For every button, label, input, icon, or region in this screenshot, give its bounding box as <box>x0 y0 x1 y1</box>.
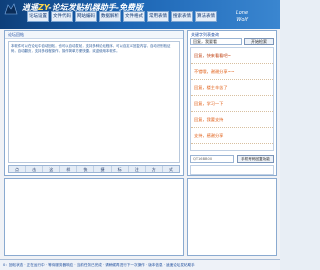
result-item[interactable]: 回复，快来看看吧~ <box>191 48 273 64</box>
reply-text-area[interactable]: 本软件可以在论坛中自动回帖，也可以自动发帖，支持多种论坛程序，可以自定义回复内容… <box>8 41 180 163</box>
phone-reply-button[interactable]: 手机号码回复功能 <box>237 155 274 163</box>
banner: 逍遥ZY-论坛发贴机器助手-免费版 论坛设置 文件代码 网站编码 数据解析 文件… <box>0 0 280 29</box>
keyword-search-row: 回复，我要看 开始检索 <box>190 38 274 45</box>
keyword-footer-box <box>190 165 274 175</box>
reply-panel: 论坛回帖 本软件可以在论坛中自动回帖，也可以自动发帖，支持多种论坛程序，可以自定… <box>4 30 184 176</box>
keyword-result-list: 回复，快来看看吧~ 不错哦，谢谢分享~~ 回复，楼主辛苦了 回复，学习一下 回复… <box>190 47 274 151</box>
nav-file-format[interactable]: 文件格式 <box>123 11 145 22</box>
keyword-panel: 关键字列表查询 回复，我要看 开始检索 回复，快来看看吧~ 不错哦，谢谢分享~~… <box>187 30 277 176</box>
quick-insert-item[interactable]: 标 <box>112 166 129 172</box>
keyword-search-button[interactable]: 开始检索 <box>244 38 274 45</box>
main-nav: 论坛设置 文件代码 网站编码 数据解析 文件格式 常用表情 搜索表情 算法表情 <box>27 11 217 22</box>
result-item[interactable]: 支持，感谢分享 <box>191 128 273 144</box>
nav-algo-emoji[interactable]: 算法表情 <box>195 11 217 22</box>
quick-insert-item[interactable]: 击 <box>26 166 44 172</box>
nav-file-code[interactable]: 文件代码 <box>51 11 73 22</box>
nav-data-parse[interactable]: 数据解析 <box>99 11 121 22</box>
lone-wolf-badge: Lone Wolf <box>235 10 249 23</box>
quick-insert-item[interactable]: 方 <box>146 166 163 172</box>
quick-insert-item[interactable]: 注 <box>129 166 146 172</box>
phone-reply-row: QT16BB00 手机号码回复功能 <box>190 155 274 163</box>
log-area[interactable] <box>4 178 184 256</box>
result-item[interactable]: 回复，学习一下 <box>191 96 273 112</box>
nav-search-emoji[interactable]: 搜索表情 <box>171 11 193 22</box>
wolf-logo-icon <box>4 3 18 15</box>
result-item[interactable]: 回复，楼主辛苦了 <box>191 80 273 96</box>
app-window: 逍遥ZY-论坛发贴机器助手-免费版 论坛设置 文件代码 网站编码 数据解析 文件… <box>0 0 280 270</box>
nav-common-emoji[interactable]: 常用表情 <box>147 11 169 22</box>
quick-insert-item[interactable]: 式 <box>163 166 179 172</box>
nav-forum-settings[interactable]: 论坛设置 <box>27 11 49 22</box>
nav-site-encoding[interactable]: 网站编码 <box>75 11 97 22</box>
result-item[interactable]: 回复，我要支持 <box>191 112 273 128</box>
quick-insert-item[interactable]: 这 <box>43 166 61 172</box>
quick-insert-item[interactable]: 点 <box>9 166 27 172</box>
result-item[interactable]: 不错哦，谢谢分享~~ <box>191 64 273 80</box>
keyword-search-input[interactable]: 回复，我要看 <box>190 38 242 45</box>
quick-insert-bar: 点 击 这 样 快 捷 标 注 方 式 <box>8 165 180 173</box>
keyword-panel-title: 关键字列表查询 <box>191 32 219 37</box>
side-log-area[interactable] <box>187 178 277 256</box>
id-input[interactable]: QT16BB00 <box>190 155 234 163</box>
quick-insert-item[interactable]: 样 <box>60 166 78 172</box>
status-bar: 0：回帖状态 · 正在运行中 · 等待服务器响应 · 当前任务已完成 · 请稍候… <box>0 259 280 270</box>
reply-panel-title: 论坛回帖 <box>5 31 183 39</box>
quick-insert-item[interactable]: 捷 <box>94 166 112 172</box>
quick-insert-item[interactable]: 快 <box>77 166 95 172</box>
